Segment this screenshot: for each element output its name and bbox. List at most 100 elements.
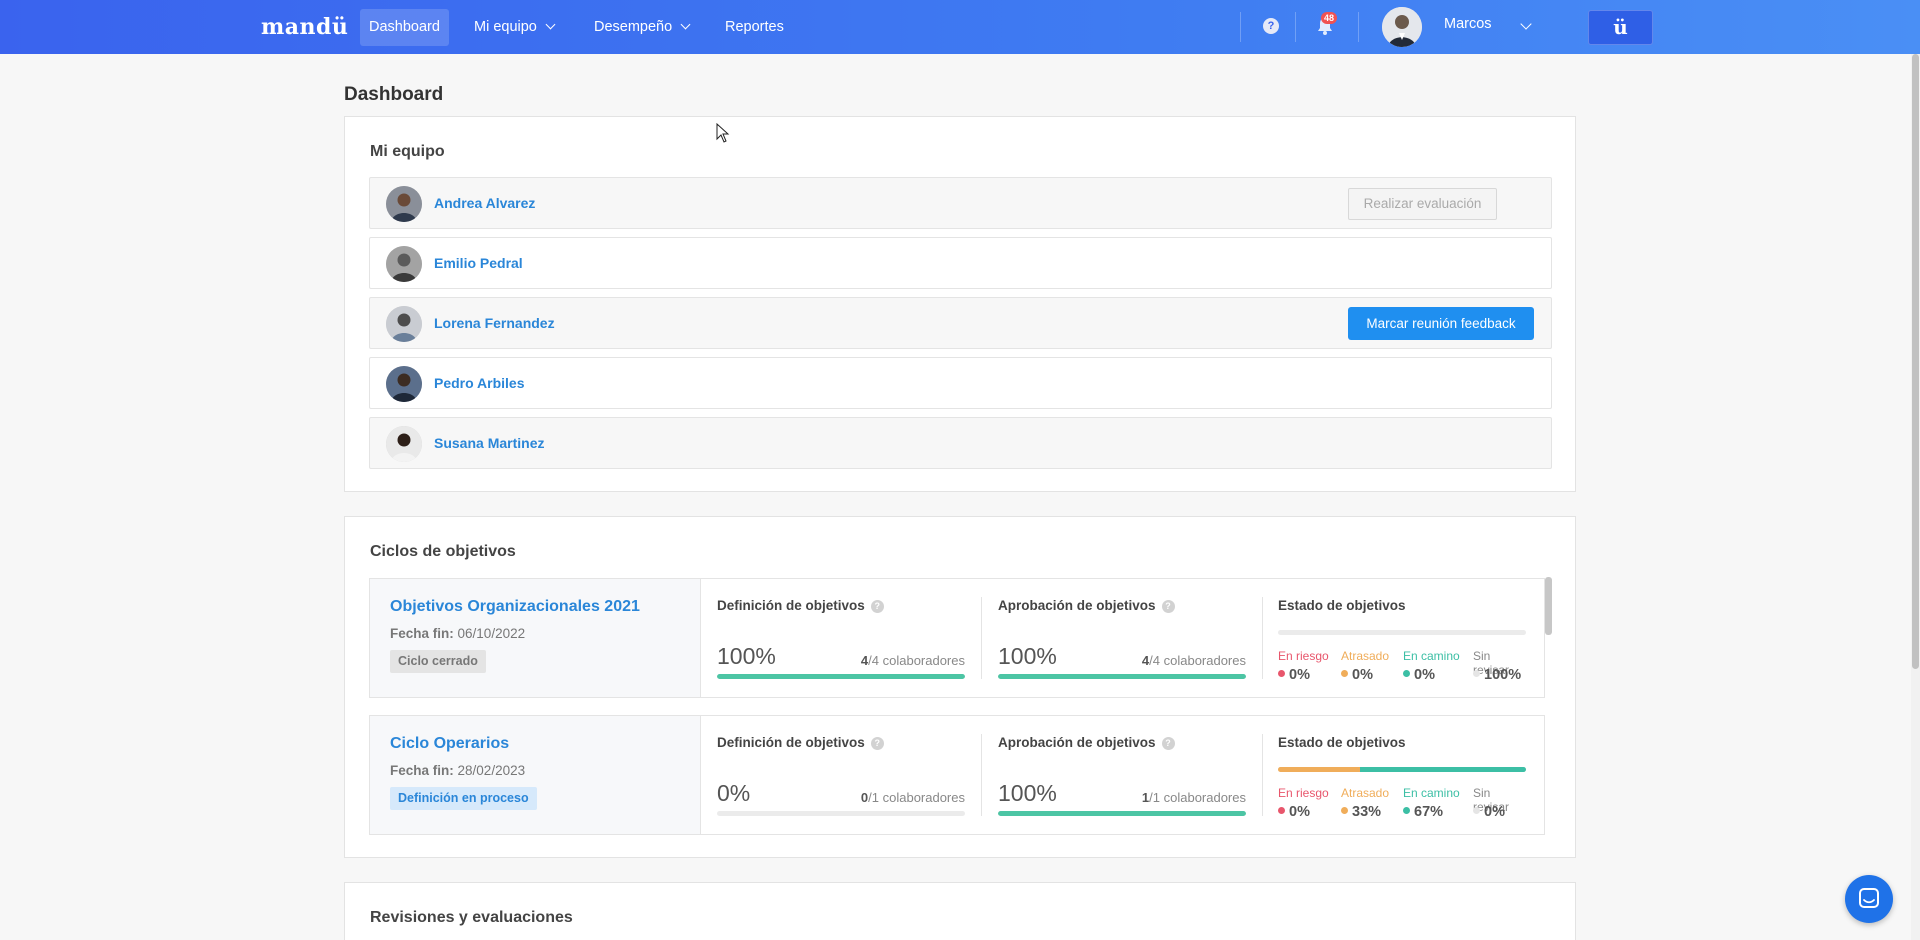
- status-value-on-track: 67%: [1403, 804, 1443, 820]
- metric-title: Definición de objetivos?: [717, 735, 884, 750]
- cycle-end-value: 06/10/2022: [457, 626, 526, 641]
- user-name[interactable]: Marcos: [1444, 16, 1492, 32]
- chevron-down-icon[interactable]: [1520, 18, 1532, 30]
- dot-icon: [1341, 670, 1348, 677]
- status-label-on-track: En camino: [1403, 649, 1460, 663]
- cycle-name-link[interactable]: Objetivos Organizacionales 2021: [390, 598, 640, 616]
- evaluate-button: Realizar evaluación: [1348, 188, 1497, 220]
- metric-title: Definición de objetivos?: [717, 598, 884, 613]
- nav-divider: [1295, 12, 1296, 42]
- status-badge: Ciclo cerrado: [390, 650, 486, 673]
- dot-icon: [1278, 670, 1285, 677]
- member-name-link[interactable]: Lorena Fernandez: [434, 315, 555, 331]
- progress-bar: [717, 674, 965, 679]
- progress-bar: [717, 811, 965, 816]
- chat-support-button[interactable]: [1845, 875, 1893, 923]
- metric-title: Estado de objetivos: [1278, 598, 1406, 613]
- status-value-unreviewed: 100%: [1473, 667, 1521, 683]
- help-icon[interactable]: ?: [1263, 18, 1279, 34]
- team-card-title: Mi equipo: [370, 143, 445, 160]
- feedback-meeting-button[interactable]: Marcar reunión feedback: [1348, 307, 1534, 340]
- status-label-risk: En riesgo: [1278, 786, 1329, 800]
- metric-count-total: /4 colaboradores: [868, 653, 965, 668]
- team-member-row: Susana Martinez: [369, 417, 1552, 469]
- metric-divider: [1262, 597, 1263, 679]
- member-name-link[interactable]: Susana Martinez: [434, 435, 544, 451]
- user-avatar[interactable]: [1382, 7, 1422, 47]
- member-name-link[interactable]: Emilio Pedral: [434, 255, 523, 271]
- status-stacked-bar: [1278, 630, 1526, 635]
- objectives-status: Estado de objetivos En riesgo Atrasado E…: [1278, 579, 1526, 697]
- status-value-late: 33%: [1341, 804, 1381, 820]
- cycle-summary: Objetivos Organizacionales 2021 Fecha fi…: [370, 579, 701, 697]
- definition-metric: Definición de objetivos? 0% 0/1 colabora…: [717, 716, 965, 834]
- objectives-status: Estado de objetivos En riesgo Atrasado E…: [1278, 716, 1526, 834]
- cycle-item: Ciclo Operarios Fecha fin: 28/02/2023 De…: [369, 715, 1545, 835]
- info-icon[interactable]: ?: [870, 737, 884, 750]
- chevron-down-icon: [680, 19, 691, 30]
- dot-icon: [1341, 807, 1348, 814]
- mouse-cursor-icon: [716, 123, 730, 143]
- info-icon[interactable]: ?: [1161, 600, 1175, 613]
- page-scrollbar-thumb[interactable]: [1912, 54, 1919, 669]
- status-value-text: 0%: [1484, 804, 1505, 820]
- team-card: Mi equipo Andrea Alvarez Realizar evalua…: [344, 116, 1576, 492]
- metric-title-text: Aprobación de objetivos: [998, 598, 1156, 613]
- brand-logo[interactable]: mandü: [261, 14, 348, 40]
- nav-divider: [1358, 12, 1359, 42]
- cycles-scrollbar-thumb[interactable]: [1545, 577, 1552, 635]
- metric-divider: [981, 734, 982, 816]
- reviews-card: Revisiones y evaluaciones: [344, 882, 1576, 940]
- metric-title-text: Aprobación de objetivos: [998, 735, 1156, 750]
- dot-icon: [1403, 670, 1410, 677]
- metric-percent: 0%: [717, 780, 751, 806]
- notification-badge: 48: [1321, 12, 1338, 24]
- definition-metric: Definición de objetivos? 100% 4/4 colabo…: [717, 579, 965, 697]
- progress-bar: [998, 811, 1246, 816]
- status-label-on-track: En camino: [1403, 786, 1460, 800]
- info-icon[interactable]: ?: [870, 600, 884, 613]
- metric-count-total: /1 colaboradores: [1149, 790, 1246, 805]
- nav-mi-equipo-label: Mi equipo: [474, 19, 537, 35]
- approval-metric: Aprobación de objetivos? 100% 1/1 colabo…: [998, 716, 1246, 834]
- status-value-on-track: 0%: [1403, 667, 1435, 683]
- cycle-name-link[interactable]: Ciclo Operarios: [390, 735, 509, 753]
- metric-title: Estado de objetivos: [1278, 735, 1406, 750]
- status-badge: Definición en proceso: [390, 787, 537, 810]
- nav-dashboard[interactable]: Dashboard: [360, 9, 449, 46]
- progress-bar-fill: [998, 674, 1246, 679]
- status-value-text: 33%: [1352, 804, 1382, 820]
- page-title: Dashboard: [344, 84, 444, 105]
- metric-count: 4/4 colaboradores: [861, 653, 965, 668]
- app-switcher-button[interactable]: ü: [1588, 10, 1653, 45]
- avatar: [386, 306, 422, 342]
- dot-icon: [1278, 807, 1285, 814]
- status-label-late: Atrasado: [1341, 786, 1390, 800]
- metric-divider: [1262, 734, 1263, 816]
- metric-count: 1/1 colaboradores: [1142, 790, 1246, 805]
- cycle-item: Objetivos Organizacionales 2021 Fecha fi…: [369, 578, 1545, 698]
- nav-reportes[interactable]: Reportes: [716, 9, 793, 46]
- nav-mi-equipo[interactable]: Mi equipo: [465, 9, 563, 46]
- cycle-end-label: Fecha fin:: [390, 626, 454, 641]
- progress-bar: [998, 674, 1246, 679]
- metric-title-text: Definición de objetivos: [717, 735, 865, 750]
- cycle-summary: Ciclo Operarios Fecha fin: 28/02/2023 De…: [370, 716, 701, 834]
- chevron-down-icon: [545, 19, 556, 30]
- status-value-unreviewed: 0%: [1473, 804, 1505, 820]
- status-bar-segment: [1359, 767, 1526, 772]
- member-name-link[interactable]: Andrea Alvarez: [434, 195, 535, 211]
- info-icon[interactable]: ?: [1161, 737, 1175, 750]
- metric-count: 4/4 colaboradores: [1142, 653, 1246, 668]
- progress-bar-fill: [717, 674, 965, 679]
- cycle-end-date: Fecha fin: 28/02/2023: [390, 763, 525, 778]
- page-scrollbar[interactable]: [1911, 54, 1920, 940]
- status-value-text: 0%: [1352, 667, 1373, 683]
- cycles-card: Ciclos de objetivos Objetivos Organizaci…: [344, 516, 1576, 858]
- status-stacked-bar: [1278, 767, 1526, 772]
- nav-desempeno[interactable]: Desempeño: [585, 9, 698, 46]
- team-member-row: Andrea Alvarez Realizar evaluación: [369, 177, 1552, 229]
- nav-dashboard-label: Dashboard: [369, 19, 440, 35]
- status-value-text: 100%: [1484, 667, 1522, 683]
- member-name-link[interactable]: Pedro Arbiles: [434, 375, 525, 391]
